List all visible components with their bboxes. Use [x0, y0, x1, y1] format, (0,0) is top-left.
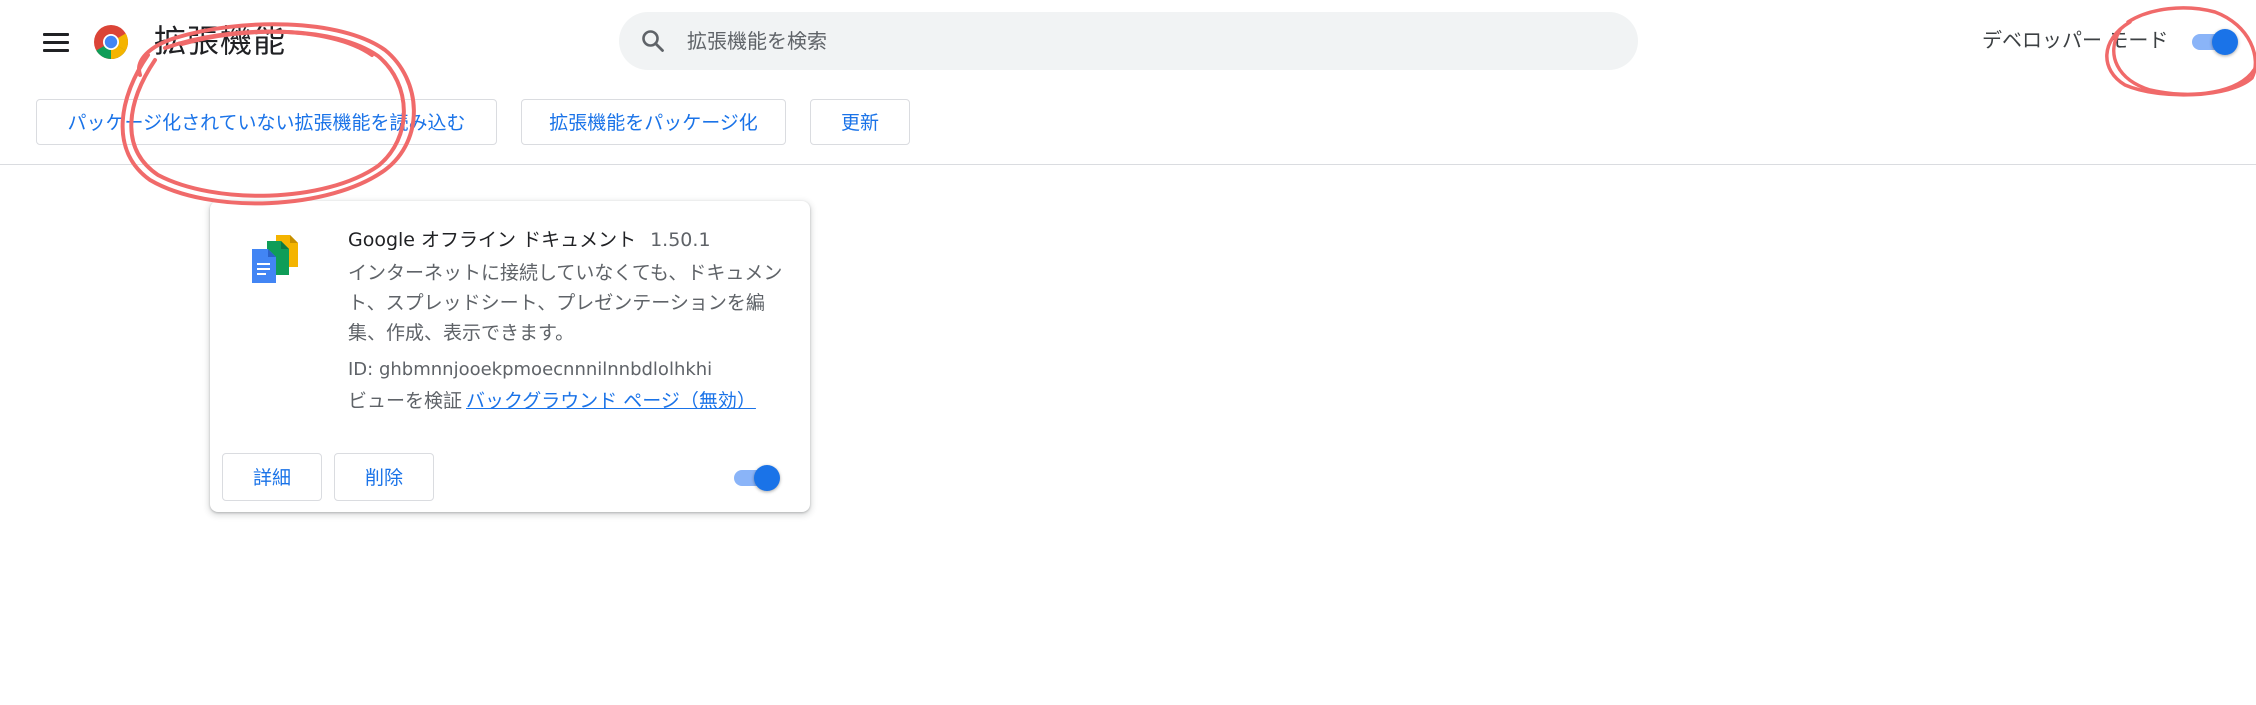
- search-input[interactable]: [687, 12, 1587, 70]
- search-box[interactable]: [619, 12, 1638, 70]
- remove-button[interactable]: 削除: [334, 453, 434, 501]
- developer-mode-label: デベロッパー モード: [1982, 28, 2169, 52]
- load-unpacked-button[interactable]: パッケージ化されていない拡張機能を読み込む: [36, 99, 497, 145]
- search-icon[interactable]: [639, 27, 667, 55]
- update-button[interactable]: 更新: [810, 99, 910, 145]
- background-page-link[interactable]: バックグラウンド ページ（無効）: [466, 390, 756, 412]
- google-docs-offline-icon: [252, 235, 298, 283]
- extension-id: ID: ghbmnnjooekpmoecnnnilnnbdlolhkhi: [348, 359, 713, 380]
- extension-description: インターネットに接続していなくても、ドキュメント、スプレッドシート、プレゼンテー…: [348, 262, 783, 344]
- inspect-views-row: ビューを検証 バックグラウンド ページ（無効）: [348, 386, 798, 416]
- page-title: 拡張機能: [154, 22, 287, 60]
- extension-name: Google オフライン ドキュメント: [348, 229, 637, 251]
- extension-version: 1.50.1: [650, 229, 711, 251]
- extension-title-row: Google オフライン ドキュメント 1.50.1: [348, 226, 788, 254]
- pack-extension-button[interactable]: 拡張機能をパッケージ化: [521, 99, 786, 145]
- extensions-page: 拡張機能 デベロッパー モード パッケージ化されていない拡張機能を読み込む 拡張…: [0, 0, 2256, 705]
- chrome-logo-icon: [94, 25, 128, 59]
- toolbar-divider: [0, 164, 2256, 165]
- details-button[interactable]: 詳細: [222, 453, 322, 501]
- extension-card: Google オフライン ドキュメント 1.50.1 インターネットに接続していな…: [210, 201, 810, 512]
- developer-mode-toggle[interactable]: [2192, 29, 2238, 55]
- extension-enable-toggle[interactable]: [734, 465, 780, 491]
- inspect-views-label: ビューを検証: [348, 390, 463, 412]
- hamburger-menu-icon[interactable]: [43, 29, 69, 55]
